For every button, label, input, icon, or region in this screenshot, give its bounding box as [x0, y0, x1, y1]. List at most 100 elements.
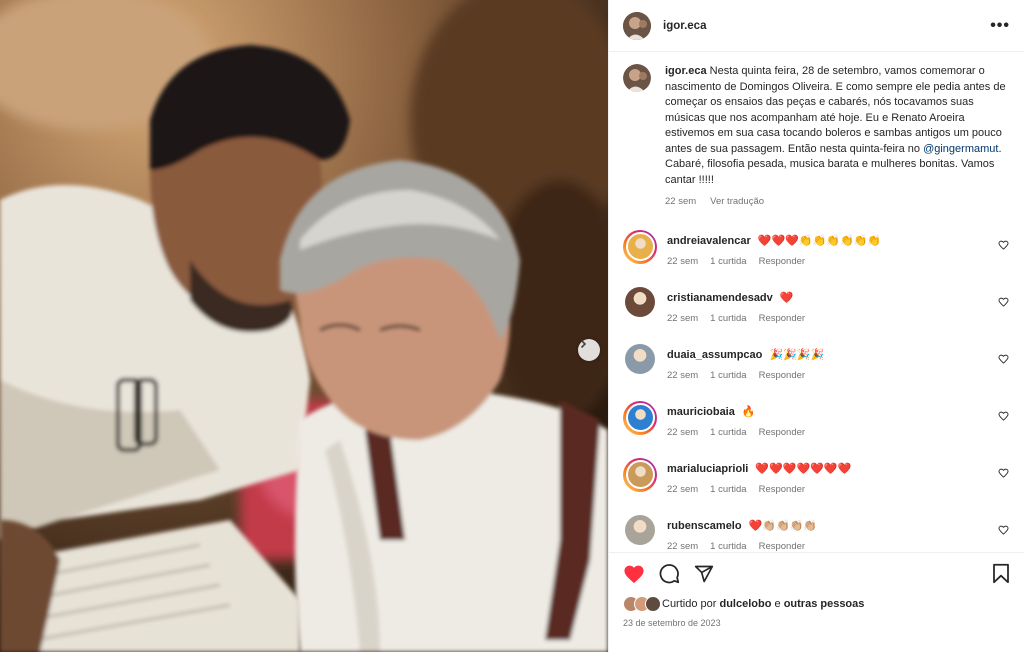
comment-meta: 22 sem 1 curtida Responder: [667, 427, 996, 438]
comment-like-button[interactable]: [996, 401, 1010, 421]
caption-avatar-image: [623, 64, 651, 92]
comment-likes-count[interactable]: 1 curtida: [710, 484, 746, 495]
reply-button[interactable]: Responder: [759, 427, 805, 438]
heart-outline-icon: [997, 297, 1009, 307]
heart-outline-icon: [997, 411, 1009, 421]
comment-item: marialuciaprioli ❤️❤️❤️❤️❤️❤️❤️ 22 sem 1…: [623, 457, 1010, 495]
comment-line: cristianamendesadv ❤️: [667, 291, 996, 304]
like-button[interactable]: [623, 564, 645, 584]
comment-likes-count[interactable]: 1 curtida: [710, 541, 746, 552]
liked-by-others-link[interactable]: outras pessoas: [784, 598, 865, 610]
liked-by-avatars[interactable]: [623, 596, 661, 612]
reply-button[interactable]: Responder: [759, 256, 805, 267]
comment-body: mauriciobaia 🔥 22 sem 1 curtida Responde…: [667, 401, 996, 438]
commenter-avatar-image: [625, 343, 655, 374]
liked-by-user-link[interactable]: dulcelobo: [719, 598, 771, 610]
comment-text: 🔥: [741, 405, 756, 418]
comments-scroll[interactable]: igor.eca Nesta quinta feira, 28 de setem…: [609, 52, 1024, 552]
commenter-username[interactable]: duaia_assumpcao: [667, 349, 765, 361]
comment-item: andreiavalencar ❤️❤️❤️👏👏👏👏👏👏 22 sem 1 cu…: [623, 229, 1010, 267]
comment-item: cristianamendesadv ❤️ 22 sem 1 curtida R…: [623, 286, 1010, 324]
comment-text: 🎉🎉🎉🎉: [769, 348, 825, 361]
comment-text: ❤️❤️❤️👏👏👏👏👏👏: [757, 234, 882, 247]
commenter-avatar[interactable]: [623, 400, 657, 435]
commenter-avatar-image: [625, 232, 655, 261]
liked-by-prefix: Curtido por: [662, 598, 717, 610]
comment-like-button[interactable]: [996, 458, 1010, 478]
see-translation-button[interactable]: Ver tradução: [710, 194, 764, 210]
commenter-username[interactable]: mauriciobaia: [667, 406, 738, 418]
comment-like-button[interactable]: [996, 287, 1010, 307]
caption-username[interactable]: igor.eca: [665, 65, 707, 77]
comment-item: rubenscamelo ❤️👏🏼👏🏼👏🏼👏🏼 22 sem 1 curtida…: [623, 514, 1010, 552]
commenter-avatar[interactable]: [623, 457, 657, 492]
commenter-username[interactable]: rubenscamelo: [667, 520, 745, 532]
comment-likes-count[interactable]: 1 curtida: [710, 313, 746, 324]
comment-likes-count[interactable]: 1 curtida: [710, 370, 746, 381]
comment-time: 22 sem: [667, 312, 699, 324]
post-caption: igor.eca Nesta quinta feira, 28 de setem…: [623, 64, 1010, 210]
comment-line: marialuciaprioli ❤️❤️❤️❤️❤️❤️❤️: [667, 462, 996, 475]
comment-time: 22 sem: [667, 369, 699, 381]
comment-line: duaia_assumpcao 🎉🎉🎉🎉: [667, 348, 996, 361]
commenter-avatar[interactable]: [623, 229, 657, 264]
heart-outline-icon: [997, 354, 1009, 364]
commenter-username[interactable]: andreiavalencar: [667, 235, 754, 247]
paper-plane-icon: [694, 565, 714, 582]
comment-like-button[interactable]: [996, 515, 1010, 535]
post-side-panel: igor.eca ••• igor.eca Nesta quinta feira…: [608, 0, 1024, 652]
comment-body: marialuciaprioli ❤️❤️❤️❤️❤️❤️❤️ 22 sem 1…: [667, 458, 996, 495]
comment-like-button[interactable]: [996, 344, 1010, 364]
heart-filled-icon: [624, 565, 644, 583]
comment-time: 22 sem: [667, 540, 699, 552]
share-button[interactable]: [694, 564, 714, 584]
commenter-avatar-image: [625, 514, 655, 545]
comment-time: 22 sem: [667, 426, 699, 438]
liked-by-row: Curtido por dulcelobo e outras pessoas: [623, 596, 1010, 612]
commenter-username[interactable]: marialuciaprioli: [667, 463, 751, 475]
liked-by-text: Curtido por dulcelobo e outras pessoas: [662, 598, 864, 610]
comment-time: 22 sem: [667, 255, 699, 267]
comment-meta: 22 sem 1 curtida Responder: [667, 484, 996, 495]
comment-button[interactable]: [659, 563, 680, 584]
bookmark-icon: [993, 563, 1009, 584]
comment-like-button[interactable]: [996, 230, 1010, 250]
more-options-icon[interactable]: •••: [990, 17, 1010, 34]
comment-time: 22 sem: [667, 483, 699, 495]
post-date[interactable]: 23 de setembro de 2023: [623, 618, 1010, 628]
post-modal: igor.eca ••• igor.eca Nesta quinta feira…: [0, 0, 1024, 652]
comment-body: rubenscamelo ❤️👏🏼👏🏼👏🏼👏🏼 22 sem 1 curtida…: [667, 515, 996, 552]
action-bar: Curtido por dulcelobo e outras pessoas 2…: [609, 552, 1024, 652]
comment-likes-count[interactable]: 1 curtida: [710, 427, 746, 438]
chevron-right-icon: [580, 339, 587, 349]
commenter-avatar[interactable]: [623, 343, 657, 374]
reply-button[interactable]: Responder: [759, 541, 805, 552]
author-avatar[interactable]: [623, 11, 651, 40]
commenter-username[interactable]: cristianamendesadv: [667, 292, 776, 304]
comment-line: rubenscamelo ❤️👏🏼👏🏼👏🏼👏🏼: [667, 519, 996, 532]
heart-outline-icon: [997, 240, 1009, 250]
commenter-avatar-image: [625, 460, 655, 489]
reply-button[interactable]: Responder: [759, 484, 805, 495]
commenter-avatar[interactable]: [623, 514, 657, 545]
heart-outline-icon: [997, 468, 1009, 478]
comment-line: andreiavalencar ❤️❤️❤️👏👏👏👏👏👏: [667, 234, 996, 247]
post-photo[interactable]: [0, 0, 608, 652]
heart-outline-icon: [997, 525, 1009, 535]
comment-body: duaia_assumpcao 🎉🎉🎉🎉 22 sem 1 curtida Re…: [667, 344, 996, 381]
next-photo-button[interactable]: [578, 339, 600, 361]
caption-avatar[interactable]: [623, 64, 651, 92]
author-username[interactable]: igor.eca: [663, 20, 990, 32]
caption-mention-link[interactable]: @gingermamut: [923, 143, 998, 155]
post-header: igor.eca •••: [609, 0, 1024, 52]
reply-button[interactable]: Responder: [759, 313, 805, 324]
caption-meta: 22 sem Ver tradução: [665, 194, 1010, 210]
caption-time: 22 sem: [665, 196, 697, 207]
save-button[interactable]: [992, 563, 1010, 584]
comment-likes-count[interactable]: 1 curtida: [710, 256, 746, 267]
comment-text: ❤️❤️❤️❤️❤️❤️❤️: [755, 462, 852, 475]
comment-item: mauriciobaia 🔥 22 sem 1 curtida Responde…: [623, 400, 1010, 438]
reply-button[interactable]: Responder: [759, 370, 805, 381]
comment-meta: 22 sem 1 curtida Responder: [667, 541, 996, 552]
commenter-avatar[interactable]: [623, 286, 657, 317]
